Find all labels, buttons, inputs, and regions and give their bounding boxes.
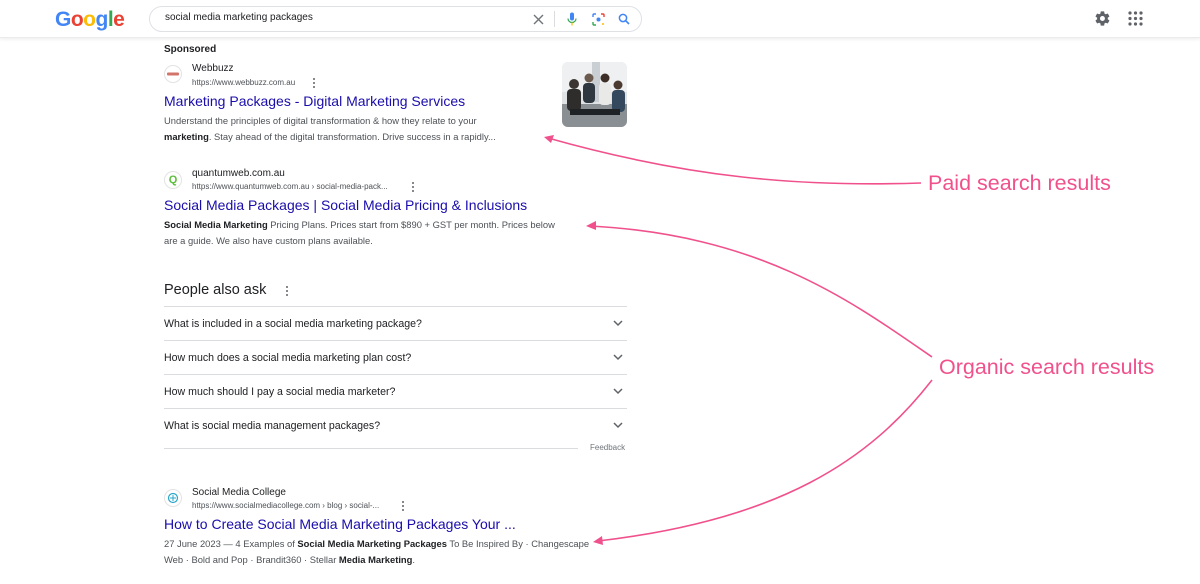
- settings-icon[interactable]: [1094, 10, 1111, 27]
- more-options-icon[interactable]: [283, 285, 291, 297]
- chevron-down-icon: [613, 354, 623, 361]
- ad-site-url[interactable]: https://www.webbuzz.com.au: [192, 78, 295, 87]
- organic-description-line: 27 June 2023 — 4 Examples of Social Medi…: [164, 538, 590, 549]
- search-input[interactable]: social media marketing packages: [165, 12, 313, 23]
- paa-question-text: What is included in a social media marke…: [164, 318, 422, 330]
- microphone-icon[interactable]: [563, 10, 581, 28]
- ad-site-name[interactable]: quantumweb.com.au: [192, 168, 285, 179]
- ad-description-line: marketing. Stay ahead of the digital tra…: [164, 131, 496, 142]
- chevron-down-icon: [613, 320, 623, 327]
- ad-thumbnail-image[interactable]: [562, 62, 627, 127]
- apps-icon[interactable]: [1128, 11, 1143, 26]
- socialmediacollege-favicon: [164, 489, 182, 507]
- organic-description-line: Web · Bold and Pop · Brandit360 · Stella…: [164, 554, 415, 565]
- paa-question-text: How much does a social media marketing p…: [164, 352, 412, 364]
- organic-site-name[interactable]: Social Media College: [192, 487, 286, 498]
- organic-title-link[interactable]: How to Create Social Media Marketing Pac…: [164, 516, 516, 532]
- chevron-down-icon: [613, 388, 623, 395]
- organic-arrowhead-2: [593, 536, 603, 545]
- more-options-icon[interactable]: [310, 77, 318, 89]
- people-also-ask-title: People also ask: [164, 282, 267, 298]
- paa-question[interactable]: How much does a social media marketing p…: [164, 340, 627, 374]
- search-icon[interactable]: [615, 10, 633, 28]
- paid-results-annotation: Paid search results: [928, 171, 1111, 195]
- organic-arrow-1: [589, 225, 933, 358]
- google-logo[interactable]: Google: [55, 8, 125, 32]
- organic-site-url[interactable]: https://www.socialmediacollege.com › blo…: [192, 501, 379, 510]
- more-options-icon[interactable]: [399, 500, 407, 512]
- top-bar: Google social media marketing packages: [0, 0, 1200, 38]
- chevron-down-icon: [613, 422, 623, 429]
- paa-question[interactable]: What is included in a social media marke…: [164, 306, 627, 340]
- paa-question[interactable]: How much should I pay a social media mar…: [164, 374, 627, 408]
- feedback-divider: [164, 448, 578, 449]
- more-options-icon[interactable]: [409, 181, 417, 193]
- paa-question-text: How much should I pay a social media mar…: [164, 386, 396, 398]
- paid-arrow-1: [547, 137, 922, 185]
- search-box[interactable]: social media marketing packages: [149, 6, 642, 32]
- lens-icon[interactable]: [589, 10, 607, 28]
- webbuzz-favicon: [164, 65, 182, 83]
- search-actions: [521, 10, 633, 28]
- clear-icon[interactable]: [529, 10, 547, 28]
- paa-question-text: What is social media management packages…: [164, 420, 381, 432]
- paa-question[interactable]: What is social media management packages…: [164, 408, 627, 442]
- ad-description-line: Understand the principles of digital tra…: [164, 115, 477, 126]
- sponsored-label: Sponsored: [164, 44, 217, 55]
- ad-description-line: are a guide. We also have custom plans a…: [164, 235, 373, 246]
- organic-arrowhead-1: [586, 221, 596, 230]
- feedback-link[interactable]: Feedback: [590, 443, 625, 452]
- ad-site-name[interactable]: Webbuzz: [192, 63, 234, 74]
- quantumweb-favicon: Q: [164, 171, 182, 189]
- search-divider: [554, 11, 555, 27]
- people-also-ask-list: What is included in a social media marke…: [164, 306, 627, 442]
- ad-title-link[interactable]: Marketing Packages - Digital Marketing S…: [164, 93, 465, 109]
- ad-description-line: Social Media Marketing Pricing Plans. Pr…: [164, 219, 555, 230]
- organic-arrow-2: [597, 379, 933, 542]
- ad-title-link[interactable]: Social Media Packages | Social Media Pri…: [164, 197, 527, 213]
- ad-site-url[interactable]: https://www.quantumweb.com.au › social-m…: [192, 182, 388, 191]
- organic-results-annotation: Organic search results: [939, 355, 1155, 379]
- paid-arrowhead: [544, 135, 554, 143]
